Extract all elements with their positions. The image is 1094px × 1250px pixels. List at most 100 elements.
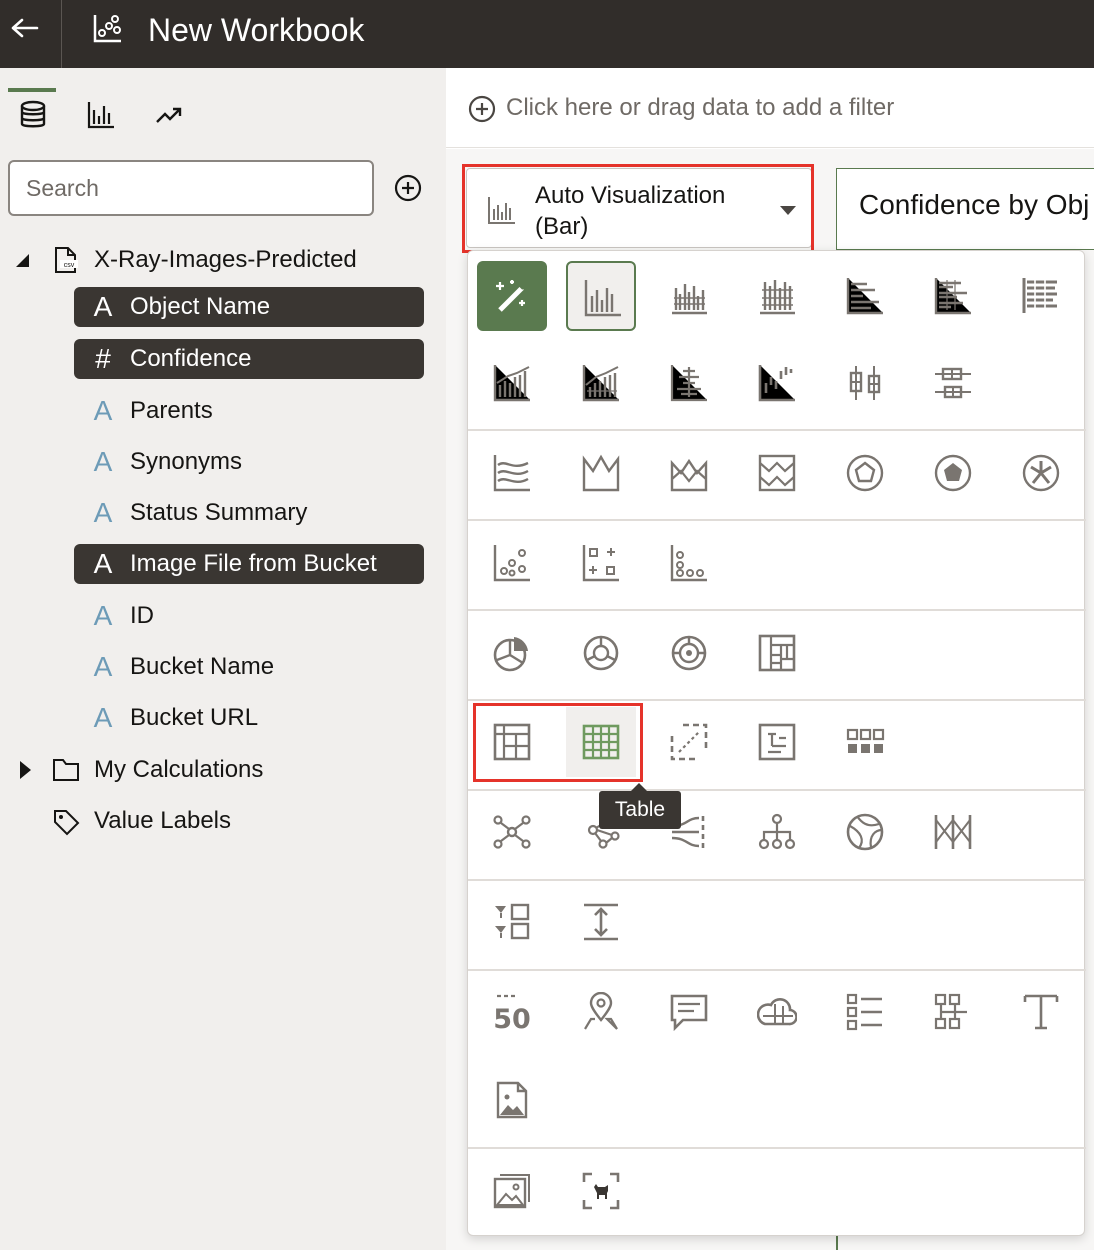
field-bucket-name[interactable]: A Bucket Name bbox=[74, 647, 424, 687]
radar-line-icon bbox=[582, 454, 620, 492]
auto-viz-option[interactable] bbox=[477, 261, 547, 331]
text-icon bbox=[1023, 994, 1059, 1030]
image-option[interactable] bbox=[477, 1065, 547, 1135]
field-bucket-url[interactable]: A Bucket URL bbox=[74, 698, 424, 738]
pareto-option[interactable] bbox=[654, 348, 724, 418]
correlation-matrix-option[interactable] bbox=[654, 707, 724, 777]
image-gallery-option[interactable] bbox=[477, 1156, 547, 1226]
add-data-icon[interactable] bbox=[394, 174, 422, 202]
field-status-summary[interactable]: A Status Summary bbox=[74, 493, 424, 533]
field-confidence[interactable]: # Confidence bbox=[74, 339, 424, 379]
field-image-file-from-bucket[interactable]: A Image File from Bucket bbox=[74, 544, 424, 584]
viz-type-dropdown[interactable]: Auto Visualization (Bar) bbox=[466, 168, 812, 248]
parallel-coordinates-option[interactable] bbox=[742, 707, 812, 777]
hierarchy-icon bbox=[934, 993, 967, 1030]
grouped-bar-option[interactable] bbox=[654, 261, 724, 331]
list-view-option[interactable] bbox=[830, 977, 900, 1047]
dataset-node[interactable]: csv X-Ray-Images-Predicted bbox=[0, 240, 446, 280]
radar-area-option[interactable] bbox=[918, 438, 988, 508]
horizontal-stacked-bar-option[interactable] bbox=[1006, 261, 1076, 331]
parallel-sets-option[interactable] bbox=[918, 797, 988, 867]
field-parents[interactable]: A Parents bbox=[74, 391, 424, 431]
bar-option[interactable] bbox=[566, 261, 636, 331]
grid-heatmap-scatter-option[interactable] bbox=[566, 528, 636, 598]
pie-option[interactable] bbox=[477, 618, 547, 688]
viz-title-box[interactable]: Confidence by Obj bbox=[836, 168, 1094, 250]
list-filter-icon bbox=[495, 903, 530, 940]
combo-stacked-option[interactable] bbox=[566, 348, 636, 418]
expand-triangle-icon[interactable] bbox=[18, 760, 32, 780]
treemap-icon bbox=[758, 634, 796, 672]
tree-diagram-option[interactable] bbox=[742, 797, 812, 867]
tag-icon bbox=[54, 810, 80, 836]
sunburst-option[interactable] bbox=[654, 618, 724, 688]
horizontal-boxplot-option[interactable] bbox=[918, 348, 988, 418]
radar-bar-option[interactable] bbox=[830, 438, 900, 508]
horizontal-grouped-bar-option[interactable] bbox=[918, 261, 988, 331]
horizontal-grouped-bar-icon bbox=[934, 278, 971, 315]
collapse-triangle-icon[interactable] bbox=[14, 252, 30, 268]
percent-area-option[interactable] bbox=[742, 438, 812, 508]
performance-tile-option[interactable]: 50 bbox=[477, 977, 547, 1047]
back-button[interactable] bbox=[0, 0, 62, 68]
area-option[interactable] bbox=[477, 438, 547, 508]
tab-analytics[interactable] bbox=[144, 88, 194, 138]
object-detection-option[interactable] bbox=[566, 1156, 636, 1226]
field-label: Bucket Name bbox=[130, 653, 275, 680]
range-filter-option[interactable] bbox=[566, 887, 636, 957]
bar-chart-icon bbox=[584, 280, 621, 317]
radar-icon bbox=[846, 454, 884, 492]
dot-plot-option[interactable] bbox=[654, 528, 724, 598]
text-type-icon: A bbox=[93, 651, 113, 682]
polar-option[interactable] bbox=[1006, 438, 1076, 508]
correlation-matrix-icon bbox=[670, 723, 708, 761]
my-calculations-node[interactable]: My Calculations bbox=[0, 750, 446, 790]
network-option[interactable] bbox=[477, 797, 547, 867]
radar-area-icon bbox=[934, 454, 972, 492]
divider bbox=[468, 1147, 1086, 1149]
donut-option[interactable] bbox=[566, 618, 636, 688]
field-id[interactable]: A ID bbox=[74, 596, 424, 636]
scatter-icon bbox=[493, 545, 530, 582]
boxplot-option[interactable] bbox=[830, 348, 900, 418]
viz-type-label: Auto Visualization (Bar) bbox=[535, 182, 726, 240]
number-type-icon: # bbox=[95, 343, 111, 374]
field-object-name[interactable]: A Object Name bbox=[74, 287, 424, 327]
list-filter-option[interactable] bbox=[477, 887, 547, 957]
tab-data[interactable] bbox=[8, 88, 58, 138]
svg-text:50: 50 bbox=[493, 1004, 531, 1032]
text-box-option[interactable] bbox=[654, 977, 724, 1047]
stacked-area-option[interactable] bbox=[654, 438, 724, 508]
filter-bar[interactable]: Click here or drag data to add a filter bbox=[446, 68, 1094, 148]
database-icon bbox=[20, 100, 46, 128]
search-input[interactable] bbox=[8, 160, 374, 216]
pivot-option[interactable] bbox=[477, 707, 547, 777]
visualization-palette: 50 bbox=[467, 250, 1086, 1236]
horizontal-bar-option[interactable] bbox=[830, 261, 900, 331]
combo-chart-icon bbox=[493, 365, 530, 402]
sunburst-icon bbox=[671, 635, 707, 671]
tile-option[interactable] bbox=[830, 707, 900, 777]
waterfall-option[interactable] bbox=[742, 348, 812, 418]
bar-chart-icon bbox=[87, 102, 114, 129]
parallel-coordinates-icon bbox=[758, 723, 796, 761]
tab-visualizations[interactable] bbox=[76, 88, 126, 138]
value-labels-label: Value Labels bbox=[94, 807, 231, 834]
boxplot-icon bbox=[849, 366, 881, 400]
table-option[interactable] bbox=[566, 707, 636, 777]
percent-area-icon bbox=[758, 454, 796, 492]
chord-diagram-option[interactable] bbox=[830, 797, 900, 867]
stacked-bar-option[interactable] bbox=[742, 261, 812, 331]
treemap-option[interactable] bbox=[742, 618, 812, 688]
hierarchy-option[interactable] bbox=[918, 977, 988, 1047]
value-labels-node[interactable]: Value Labels bbox=[0, 801, 446, 841]
text-option[interactable] bbox=[1006, 977, 1076, 1047]
combo-bar-line-option[interactable] bbox=[477, 348, 547, 418]
radar-line-option[interactable] bbox=[566, 438, 636, 508]
map-option[interactable] bbox=[566, 977, 636, 1047]
scatter-option[interactable] bbox=[477, 528, 547, 598]
field-label: Status Summary bbox=[130, 499, 308, 526]
field-synonyms[interactable]: A Synonyms bbox=[74, 442, 424, 482]
cloud-option[interactable] bbox=[742, 977, 812, 1047]
tooltip: Table bbox=[599, 783, 681, 829]
